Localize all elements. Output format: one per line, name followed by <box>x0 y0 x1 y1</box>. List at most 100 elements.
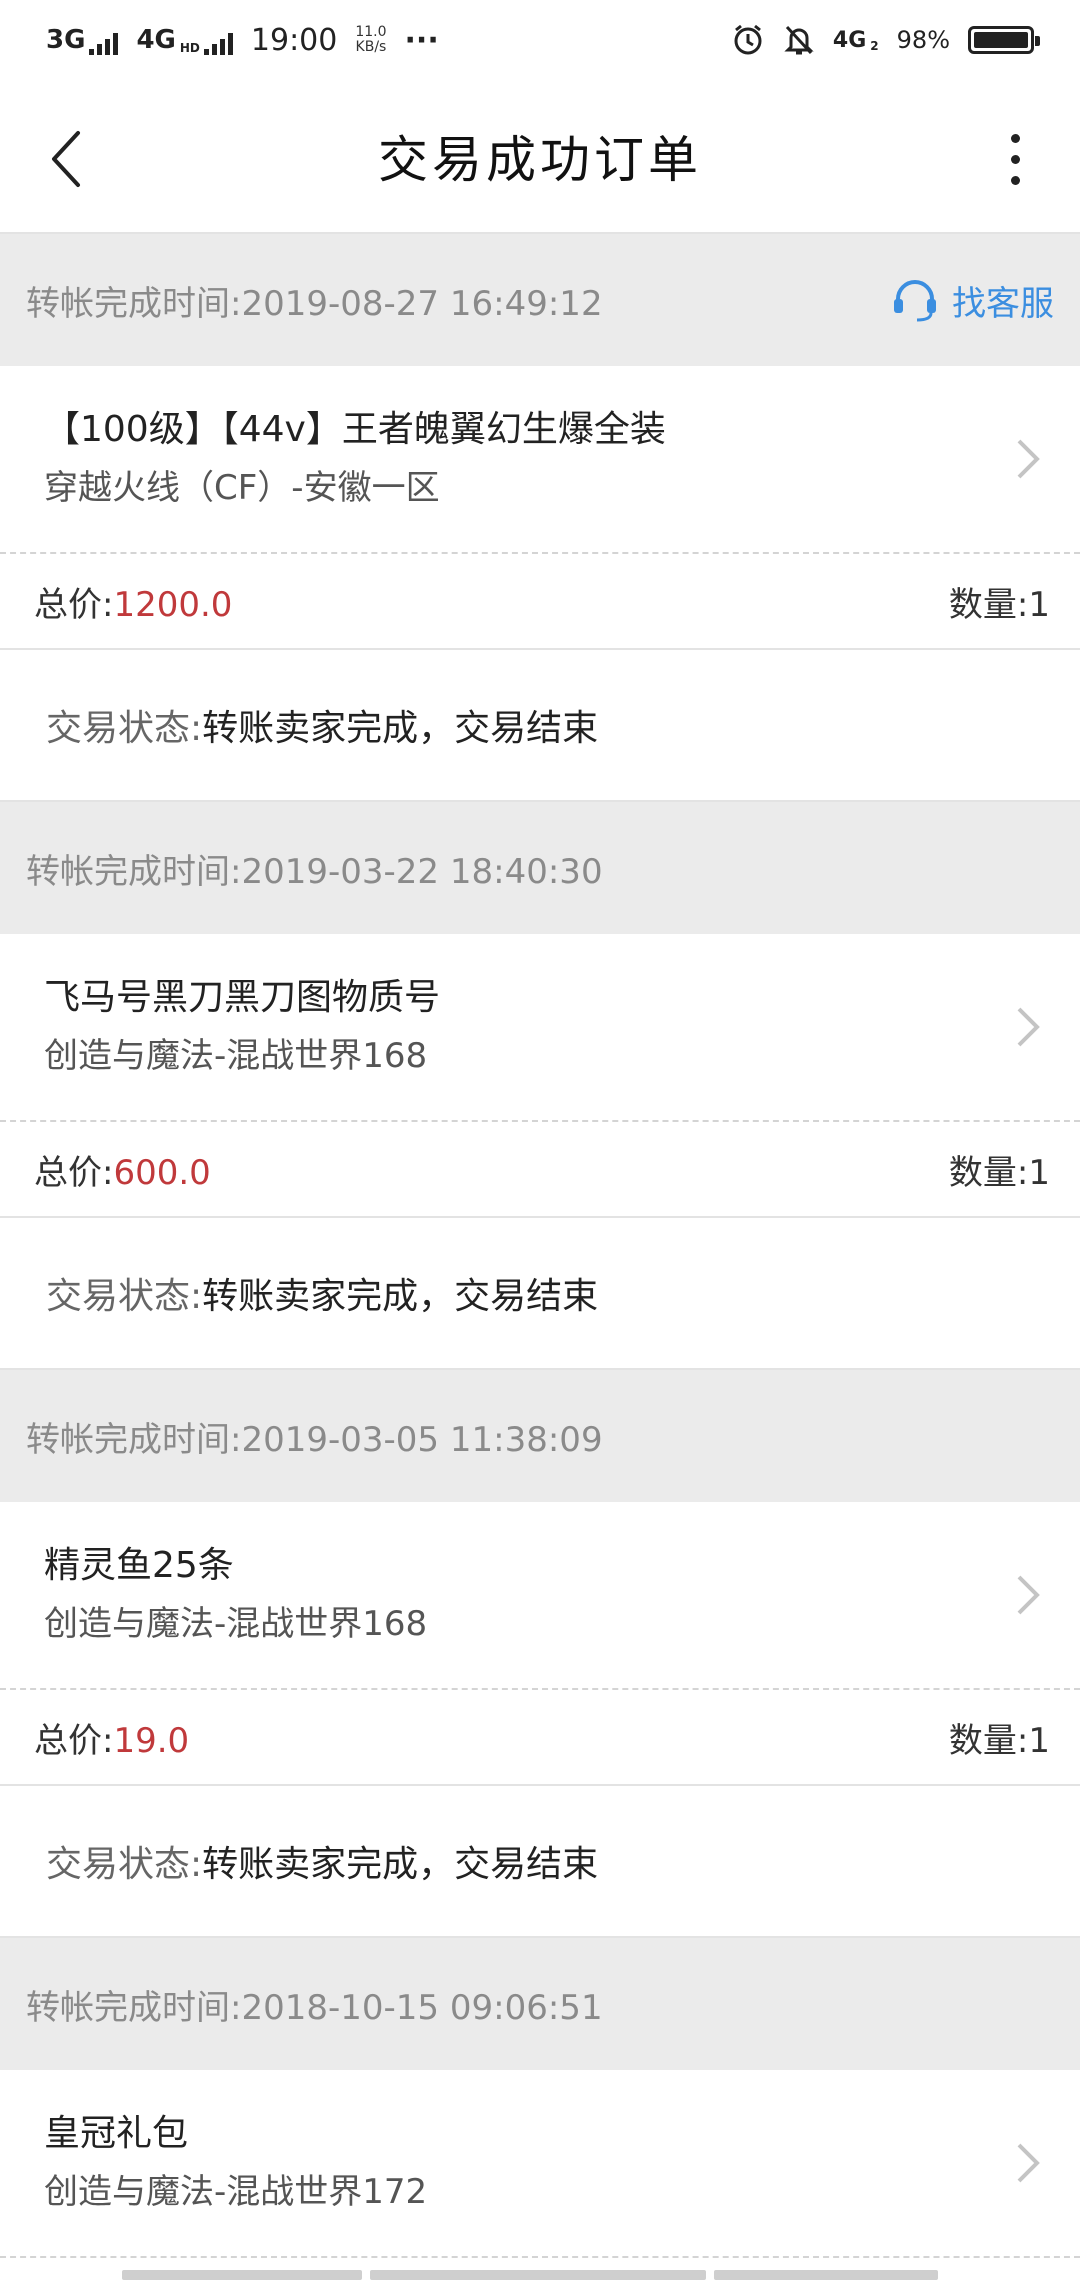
status-bar-left: 3G 4G HD 19:00 11.0 KB/s ··· <box>46 23 439 58</box>
bottom-tab-segment <box>714 2270 938 2280</box>
order-card: 转帐完成时间:2018-10-15 09:06:51 皇冠礼包 创造与魔法-混战… <box>0 1938 1080 2258</box>
order-item-info: 【100级】【44v】王者魄翼幻生爆全装 穿越火线（CF）-安徽一区 <box>44 401 666 517</box>
back-button[interactable] <box>40 124 90 194</box>
transfer-time-value: 2019-03-22 18:40:30 <box>241 851 603 892</box>
price-row: 总价:1200.0 数量:1 <box>0 554 1080 650</box>
order-header: 转帐完成时间:2019-08-27 16:49:12 找客服 <box>0 234 1080 366</box>
item-server: 创造与魔法-混战世界168 <box>44 1604 428 1644</box>
order-item-row[interactable]: 飞马号黑刀黑刀图物质号 创造与魔法-混战世界168 <box>0 934 1080 1122</box>
signal-bars-icon <box>89 33 119 55</box>
trade-status-value: 转账卖家完成，交易结束 <box>202 1276 599 1317</box>
transfer-time-value: 2019-08-27 16:49:12 <box>241 283 603 324</box>
alarm-icon <box>734 24 762 55</box>
battery-icon <box>968 26 1040 54</box>
status-bar-right: 4G 2 98% <box>731 23 1040 57</box>
order-header: 转帐完成时间:2018-10-15 09:06:51 <box>0 1938 1080 2070</box>
order-item-row[interactable]: 【100级】【44v】王者魄翼幻生爆全装 穿越火线（CF）-安徽一区 <box>0 366 1080 554</box>
page-title: 交易成功订单 <box>378 131 702 189</box>
item-name: 精灵鱼25条 <box>44 1545 234 1586</box>
order-item-info: 皇冠礼包 创造与魔法-混战世界172 <box>44 2105 427 2221</box>
order-card: 转帐完成时间:2019-08-27 16:49:12 找客服 【100级】【44… <box>0 234 1080 802</box>
network-4g-indicator: 4G HD <box>136 25 233 55</box>
transfer-time-label: 转帐完成时间: <box>26 1987 242 2028</box>
network-3g-indicator: 3G <box>46 25 119 55</box>
item-name: 飞马号黑刀黑刀图物质号 <box>44 977 441 1018</box>
more-dot-icon <box>1010 133 1020 143</box>
item-server: 创造与魔法-混战世界172 <box>44 2172 428 2212</box>
mute-bell-icon <box>784 25 814 55</box>
more-notifications-icon: ··· <box>404 22 439 58</box>
trade-status-row: 交易状态: 转账卖家完成，交易结束 <box>0 1786 1080 1938</box>
total-price-label: 总价: <box>34 584 114 625</box>
hd-label: HD <box>179 41 200 55</box>
transfer-time-label: 转帐完成时间: <box>26 851 242 892</box>
more-dot-icon <box>1010 154 1020 164</box>
trade-status-label: 交易状态: <box>46 708 203 749</box>
total-price-value: 600.0 <box>113 1152 211 1193</box>
network-4g-label: 4G <box>136 25 176 55</box>
total-price: 总价:600.0 <box>34 1145 211 1194</box>
chevron-right-icon <box>1017 439 1040 479</box>
item-server: 穿越火线（CF）-安徽一区 <box>44 468 440 508</box>
order-header: 转帐完成时间:2019-03-22 18:40:30 <box>0 802 1080 934</box>
total-price-label: 总价: <box>34 1152 114 1193</box>
total-price-value: 19.0 <box>113 1720 190 1761</box>
price-row: 总价:19.0 数量:1 <box>0 1690 1080 1786</box>
customer-service-button[interactable]: 找客服 <box>890 276 1054 325</box>
customer-service-label: 找客服 <box>952 283 1054 324</box>
battery-percent: 98% <box>896 26 950 54</box>
network-4g2-label: 4G <box>832 27 867 53</box>
status-bar: 3G 4G HD 19:00 11.0 KB/s ··· 4G 2 98% <box>0 0 1080 80</box>
order-list: 转帐完成时间:2019-08-27 16:49:12 找客服 【100级】【44… <box>0 234 1080 2258</box>
trade-status-label: 交易状态: <box>46 1276 203 1317</box>
sim2-label: 2 <box>870 38 879 53</box>
trade-status-label: 交易状态: <box>46 1844 203 1885</box>
trade-status-value: 转账卖家完成，交易结束 <box>202 708 599 749</box>
bottom-tab-strip <box>0 2270 1080 2280</box>
transfer-time-label: 转帐完成时间: <box>26 283 242 324</box>
headset-icon <box>894 280 936 322</box>
transfer-time-label: 转帐完成时间: <box>26 1419 242 1460</box>
order-item-row[interactable]: 精灵鱼25条 创造与魔法-混战世界168 <box>0 1502 1080 1690</box>
transfer-time: 转帐完成时间:2019-03-22 18:40:30 <box>26 844 603 893</box>
transfer-time-value: 2019-03-05 11:38:09 <box>241 1419 603 1460</box>
order-item-row[interactable]: 皇冠礼包 创造与魔法-混战世界172 <box>0 2070 1080 2258</box>
transfer-time-value: 2018-10-15 09:06:51 <box>241 1987 603 2028</box>
order-item-info: 精灵鱼25条 创造与魔法-混战世界168 <box>44 1537 427 1653</box>
transfer-time: 转帐完成时间:2018-10-15 09:06:51 <box>26 1980 603 2029</box>
quantity-value: 1 <box>1028 1152 1050 1193</box>
app-header: 交易成功订单 <box>0 80 1080 234</box>
quantity: 数量:1 <box>949 577 1050 626</box>
item-server: 创造与魔法-混战世界168 <box>44 1036 428 1076</box>
order-card: 转帐完成时间:2019-03-22 18:40:30 飞马号黑刀黑刀图物质号 创… <box>0 802 1080 1370</box>
bottom-tab-segment <box>122 2270 362 2280</box>
more-dot-icon <box>1010 175 1020 185</box>
quantity-label: 数量: <box>948 584 1029 625</box>
signal-bars-icon <box>203 33 233 55</box>
network-speed-unit: KB/s <box>355 39 387 55</box>
back-arrow-icon <box>52 131 80 187</box>
total-price-label: 总价: <box>34 1720 114 1761</box>
order-card: 转帐完成时间:2019-03-05 11:38:09 精灵鱼25条 创造与魔法-… <box>0 1370 1080 1938</box>
quantity-label: 数量: <box>948 1720 1029 1761</box>
network-4g2-indicator: 4G 2 <box>833 28 879 53</box>
more-menu-button[interactable] <box>990 124 1040 194</box>
item-name: 皇冠礼包 <box>44 2113 189 2154</box>
quantity-value: 1 <box>1028 584 1050 625</box>
network-3g-label: 3G <box>46 25 86 55</box>
network-speed-value: 11.0 <box>355 24 387 40</box>
price-row: 总价:600.0 数量:1 <box>0 1122 1080 1218</box>
total-price-value: 1200.0 <box>113 584 233 625</box>
quantity: 数量:1 <box>949 1145 1050 1194</box>
quantity: 数量:1 <box>949 1713 1050 1762</box>
clock: 19:00 <box>250 22 338 58</box>
total-price: 总价:19.0 <box>34 1713 189 1762</box>
item-name: 【100级】【44v】王者魄翼幻生爆全装 <box>44 409 666 450</box>
quantity-label: 数量: <box>948 1152 1029 1193</box>
bottom-tab-segment <box>370 2270 706 2280</box>
total-price: 总价:1200.0 <box>34 577 232 626</box>
chevron-right-icon <box>1017 1575 1040 1615</box>
transfer-time: 转帐完成时间:2019-08-27 16:49:12 <box>26 276 603 325</box>
transfer-time: 转帐完成时间:2019-03-05 11:38:09 <box>26 1412 603 1461</box>
trade-status-row: 交易状态: 转账卖家完成，交易结束 <box>0 650 1080 802</box>
